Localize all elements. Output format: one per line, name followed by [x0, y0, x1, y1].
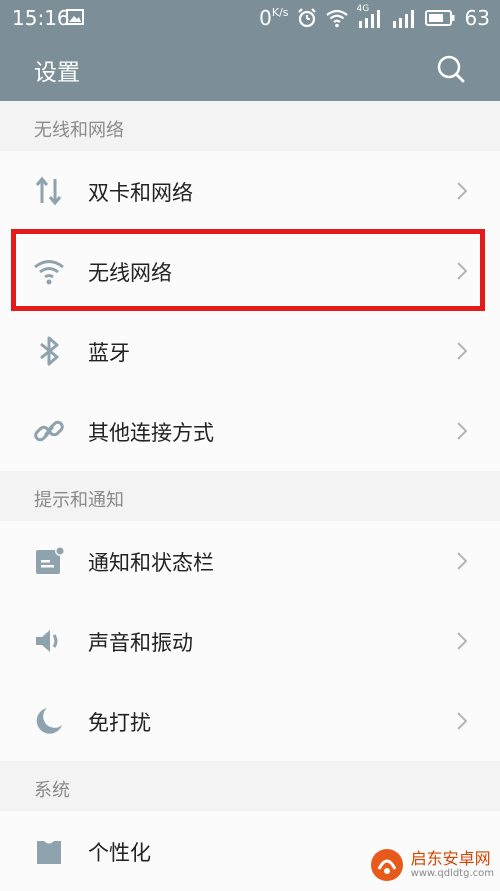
net-speed: 0K/s — [259, 6, 288, 30]
chevron-right-icon — [456, 421, 468, 441]
image-icon — [66, 9, 84, 25]
watermark-url: www.qdldtg.com — [411, 868, 494, 880]
bluetooth-icon — [33, 335, 65, 367]
speaker-icon — [33, 625, 65, 657]
settings-item-label: 其他连接方式 — [88, 417, 214, 447]
watermark-logo-icon — [369, 847, 405, 883]
chevron-right-icon — [456, 711, 468, 731]
settings-item-notification-status-bar[interactable]: 通知和状态栏 — [0, 521, 500, 601]
settings-item-dual-sim[interactable]: 双卡和网络 — [0, 151, 500, 231]
chevron-right-icon — [456, 341, 468, 361]
battery-percent: 63 — [465, 6, 490, 30]
signal-4g-group: 4G — [357, 7, 383, 29]
section-header-notifications: 提示和通知 — [0, 471, 500, 521]
personalize-icon — [33, 835, 65, 867]
dual-sim-icon — [33, 175, 65, 207]
status-time: 15:16 — [12, 6, 70, 30]
settings-item-label: 声音和振动 — [88, 627, 193, 657]
signal-icon-2 — [391, 7, 417, 29]
section-header-wireless: 无线和网络 — [0, 101, 500, 151]
settings-item-label: 个性化 — [88, 837, 151, 867]
link-icon — [33, 415, 65, 447]
status-bar: 15:16 0K/s 4G — [0, 0, 500, 36]
app-bar: 设置 — [0, 36, 500, 101]
chevron-right-icon — [456, 181, 468, 201]
chevron-right-icon — [456, 631, 468, 651]
signal-icon — [357, 7, 383, 29]
moon-icon — [33, 705, 65, 737]
notification-icon — [33, 545, 65, 577]
wifi-status-icon — [325, 8, 349, 28]
settings-item-other-connections[interactable]: 其他连接方式 — [0, 391, 500, 471]
watermark-name: 启东安卓网 — [411, 849, 491, 868]
settings-item-label: 通知和状态栏 — [88, 547, 214, 577]
search-icon[interactable] — [436, 54, 466, 84]
watermark-text: 启东安卓网 www.qdldtg.com — [411, 850, 494, 880]
highlight-box — [11, 229, 485, 311]
battery-icon — [425, 9, 455, 27]
settings-item-do-not-disturb[interactable]: 免打扰 — [0, 681, 500, 761]
section-header-system: 系统 — [0, 761, 500, 811]
watermark: 启东安卓网 www.qdldtg.com — [369, 847, 494, 883]
settings-item-sound-vibration[interactable]: 声音和振动 — [0, 601, 500, 681]
settings-item-label: 蓝牙 — [88, 337, 130, 367]
alarm-icon — [297, 8, 317, 28]
chevron-right-icon — [456, 551, 468, 571]
status-right: 0K/s 4G — [259, 6, 490, 30]
settings-item-bluetooth[interactable]: 蓝牙 — [0, 311, 500, 391]
settings-item-label: 免打扰 — [88, 707, 151, 737]
settings-item-label: 双卡和网络 — [88, 177, 193, 207]
page-title: 设置 — [34, 53, 80, 87]
